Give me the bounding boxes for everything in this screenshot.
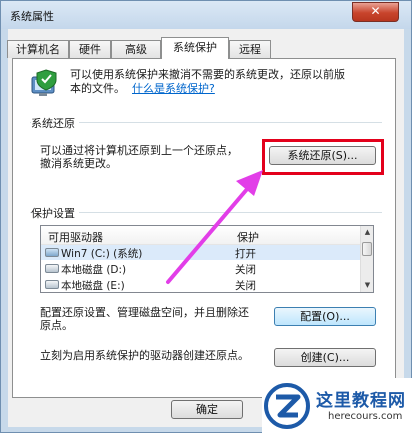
drive-protection-status: 打开 <box>235 248 256 260</box>
configure-description: 配置还原设置、管理磁盘空间，并且删除还 原点。 <box>40 306 249 332</box>
system-protection-icon <box>31 69 57 96</box>
watermark-logo <box>264 383 310 429</box>
protection-section-title: 保护设置 <box>31 205 79 221</box>
restore-description: 可以通过将计算机还原到上一个还原点， 撤消系统更改。 <box>40 144 238 170</box>
drive-list-header: 可用驱动器 保护 <box>41 226 361 245</box>
column-protection[interactable]: 保护 <box>237 229 259 245</box>
restore-group-divider <box>30 122 382 123</box>
drive-list-scrollbar[interactable]: ▲ ▼ <box>360 226 373 292</box>
watermark-url: herecours.com <box>328 411 403 422</box>
window-title: 系统属性 <box>10 10 54 23</box>
create-button[interactable]: 创建(C)... <box>274 348 376 367</box>
drive-row-e[interactable]: 本地磁盘 (E:) 关闭 <box>41 277 361 292</box>
configure-desc-line-2: 原点。 <box>40 319 73 332</box>
create-description: 立刻为启用系统保护的驱动器创建还原点。 <box>40 349 249 362</box>
disk-icon <box>45 264 59 273</box>
watermark: 这里教程网 herecours.com <box>262 378 412 433</box>
scroll-up-arrow-icon[interactable]: ▲ <box>361 226 373 239</box>
configure-desc-line-1: 配置还原设置、管理磁盘空间，并且删除还 <box>40 306 249 319</box>
highlight-box <box>262 139 384 175</box>
drive-row-c[interactable]: Win7 (C:) (系统) 打开 <box>41 245 361 260</box>
tab-computer-name[interactable]: 计算机名 <box>7 40 69 58</box>
configure-button[interactable]: 配置(O)... <box>274 307 376 326</box>
tab-remote[interactable]: 远程 <box>229 40 271 58</box>
drive-name: 本地磁盘 (D:) <box>61 264 127 276</box>
drive-protection-status: 关闭 <box>235 280 256 292</box>
drive-list[interactable]: 可用驱动器 保护 Win7 (C:) (系统) 打开 本地磁盘 (D:) 关闭 … <box>40 225 374 293</box>
drive-protection-status: 关闭 <box>235 264 256 276</box>
title-bar[interactable]: 系统属性 ✕ <box>1 1 411 29</box>
protection-group-divider <box>30 212 382 213</box>
close-button[interactable]: ✕ <box>352 2 399 22</box>
win7-drive-icon <box>45 248 59 257</box>
restore-desc-line-2: 撤消系统更改。 <box>40 157 117 170</box>
drive-name: Win7 (C:) (系统) <box>61 248 143 260</box>
scroll-thumb[interactable] <box>362 242 372 256</box>
column-available-drives[interactable]: 可用驱动器 <box>48 229 103 245</box>
tab-hardware[interactable]: 硬件 <box>69 40 111 58</box>
tab-advanced[interactable]: 高级 <box>111 40 161 58</box>
scroll-down-arrow-icon[interactable]: ▼ <box>361 279 373 292</box>
what-is-system-protection-link[interactable]: 什么是系统保护? <box>132 82 215 95</box>
intro-text: 可以使用系统保护来撤消不需要的系统更改，还原以前版 本的文件。 什么是系统保护? <box>70 68 390 96</box>
intro-line-2: 本的文件。 <box>70 82 125 95</box>
restore-section-title: 系统还原 <box>31 115 79 131</box>
drive-name: 本地磁盘 (E:) <box>61 280 125 292</box>
restore-desc-line-1: 可以通过将计算机还原到上一个还原点， <box>40 144 238 157</box>
tab-system-protection[interactable]: 系统保护 <box>161 37 229 59</box>
drive-row-d[interactable]: 本地磁盘 (D:) 关闭 <box>41 261 361 276</box>
ok-button[interactable]: 确定 <box>171 400 243 419</box>
disk-icon <box>45 280 59 289</box>
intro-line-1: 可以使用系统保护来撤消不需要的系统更改，还原以前版 <box>70 68 345 81</box>
watermark-name: 这里教程网 <box>316 391 406 411</box>
